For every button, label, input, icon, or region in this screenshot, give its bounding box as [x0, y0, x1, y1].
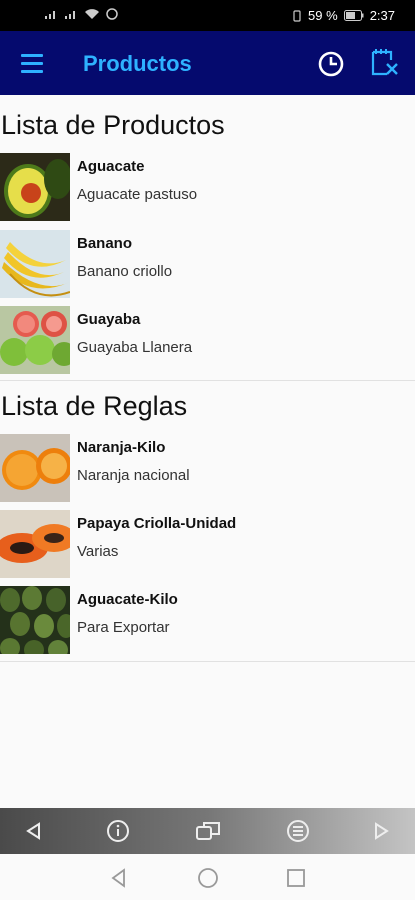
menu-button[interactable] [14, 45, 50, 81]
status-left-icons [44, 8, 118, 20]
section-divider [0, 661, 415, 662]
item-title: Papaya Criolla-Unidad [77, 515, 237, 532]
recents-button[interactable] [284, 866, 308, 890]
info-icon [107, 820, 129, 842]
item-title: Naranja-Kilo [77, 439, 166, 456]
status-time: 2:37 [369, 8, 395, 23]
signal-icon [45, 11, 55, 19]
media-bar [0, 808, 415, 854]
switch-window-button[interactable] [194, 817, 222, 845]
clock-icon [318, 51, 344, 77]
item-subtitle: Guayaba Llanera [77, 339, 193, 356]
orange-image [0, 434, 70, 502]
next-icon [375, 822, 389, 840]
item-subtitle: Para Exportar [77, 619, 170, 636]
item-subtitle: Naranja nacional [77, 467, 190, 484]
avocado-image [0, 153, 70, 221]
previous-icon [26, 822, 40, 840]
vibrate-icon [293, 9, 301, 22]
menu-circle-icon [287, 820, 309, 842]
product-item-guayaba[interactable]: Guayaba Guayaba Llanera [0, 306, 415, 378]
item-title: Guayaba [77, 311, 141, 328]
home-icon [198, 868, 218, 888]
status-bar: 59 % 2:37 [0, 0, 415, 31]
avocados-image [0, 586, 70, 654]
battery-icon [343, 10, 364, 21]
notes-edit-icon [371, 49, 398, 76]
item-title: Aguacate [77, 158, 145, 175]
next-button[interactable] [367, 817, 395, 845]
system-navigation-bar [0, 854, 415, 900]
back-button[interactable] [107, 866, 131, 890]
product-item-banano[interactable]: Banano Banano criollo [0, 230, 415, 302]
item-title: Aguacate-Kilo [77, 591, 178, 608]
page-title: Productos [83, 51, 192, 76]
rule-item-aguacate-kilo[interactable]: Aguacate-Kilo Para Exportar [0, 586, 415, 658]
clear-list-button[interactable] [367, 46, 401, 80]
switch-window-icon [196, 822, 220, 840]
rule-item-naranja-kilo[interactable]: Naranja-Kilo Naranja nacional [0, 434, 415, 506]
recents-icon [287, 869, 305, 887]
productos-section-title: Lista de Productos [1, 110, 225, 140]
menu-icon-bar [21, 62, 43, 65]
rule-item-papaya-criolla-unidad[interactable]: Papaya Criolla-Unidad Varias [0, 510, 415, 582]
battery-percent: 59 % [308, 8, 338, 23]
history-button[interactable] [316, 49, 346, 79]
signal-icon [65, 11, 75, 19]
status-right-icons: 59 % 2:37 [292, 8, 395, 23]
product-item-aguacate[interactable]: Aguacate Aguacate pastuso [0, 153, 415, 225]
home-button[interactable] [196, 866, 220, 890]
item-subtitle: Varias [77, 543, 119, 560]
back-icon [111, 868, 125, 888]
papaya-image [0, 510, 70, 578]
section-divider [0, 380, 415, 381]
app-bar: Productos [0, 31, 415, 95]
guava-image [0, 306, 70, 374]
item-subtitle: Banano criollo [77, 263, 173, 280]
wifi-icon [85, 9, 99, 19]
item-title: Banano [77, 235, 133, 252]
banana-image [0, 230, 70, 298]
item-subtitle: Aguacate pastuso [77, 186, 198, 203]
reglas-section-title: Lista de Reglas [1, 391, 188, 421]
menu-circle-button[interactable] [284, 817, 312, 845]
whatsapp-icon [106, 8, 118, 20]
info-button[interactable] [104, 817, 132, 845]
previous-button[interactable] [20, 817, 48, 845]
menu-icon [21, 54, 43, 57]
menu-icon-bar [21, 70, 43, 73]
